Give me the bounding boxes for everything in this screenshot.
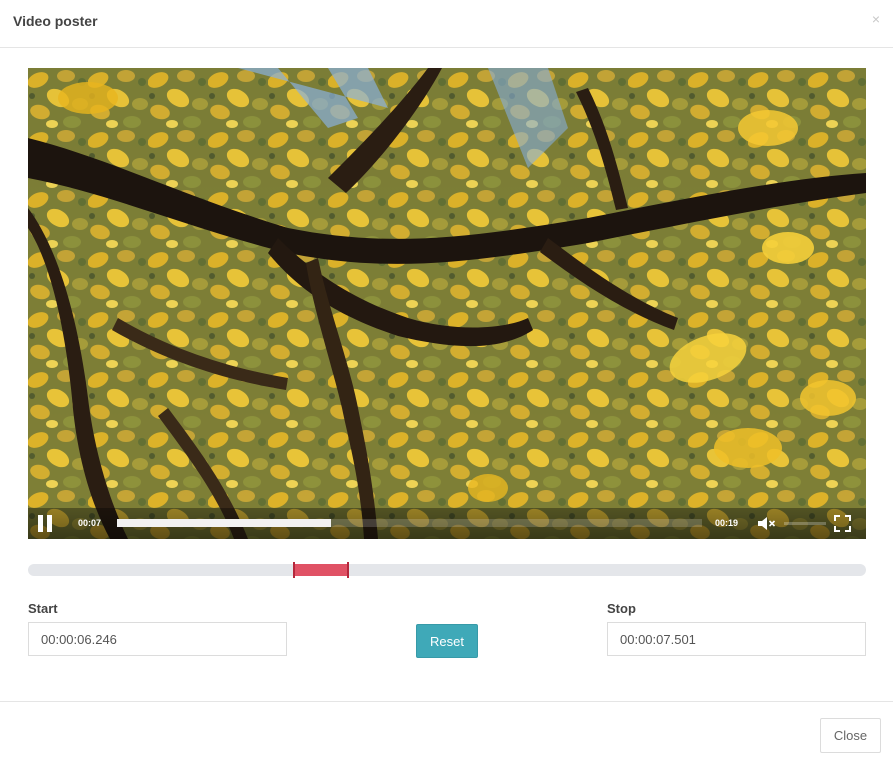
volume-muted-icon[interactable] [757, 516, 777, 531]
fullscreen-icon[interactable] [834, 515, 851, 532]
start-label: Start [28, 601, 58, 616]
video-duration: 00:19 [715, 518, 739, 528]
clip-range-slider[interactable] [28, 562, 866, 578]
modal-title: Video poster [13, 13, 98, 29]
close-icon[interactable]: × [872, 11, 880, 27]
pause-icon[interactable] [37, 515, 53, 532]
volume-slider[interactable] [784, 522, 826, 525]
range-start-handle[interactable] [293, 562, 296, 578]
seek-bar[interactable] [117, 519, 702, 527]
modal-footer: Close [0, 701, 893, 763]
seek-bar-progress [117, 519, 331, 527]
range-end-handle[interactable] [347, 562, 350, 578]
close-button[interactable]: Close [820, 718, 881, 753]
current-time: 00:07 [78, 518, 102, 528]
video-controls: 00:07 00:19 [28, 508, 866, 539]
modal-header: Video poster × [0, 0, 893, 48]
stop-label: Stop [607, 601, 636, 616]
reset-button[interactable]: Reset [416, 624, 478, 658]
start-time-input[interactable] [28, 622, 287, 656]
stop-time-input[interactable] [607, 622, 866, 656]
video-player[interactable]: 00:07 00:19 [28, 68, 866, 539]
video-poster-modal: Video poster × 00:07 00:19 Start 00:00:0… [0, 0, 893, 763]
clip-range-selection [294, 564, 349, 576]
video-frame [28, 68, 866, 539]
